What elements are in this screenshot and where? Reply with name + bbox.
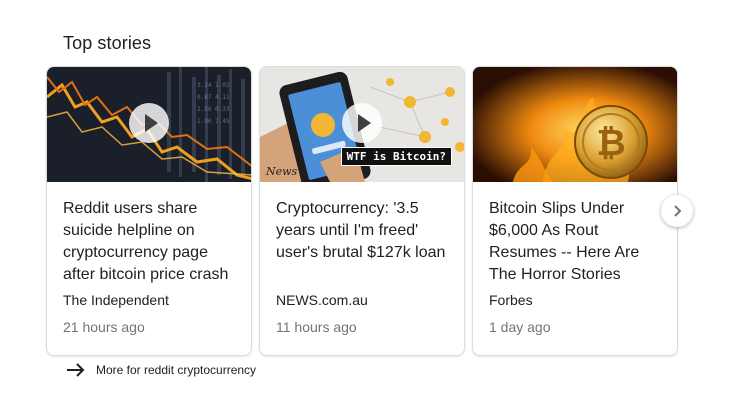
section-title: Top stories	[63, 33, 152, 53]
story-card[interactable]: WTF is Bitcoin? News Cryptocurrency: '3.…	[259, 66, 465, 356]
story-time: 1 day ago	[489, 319, 551, 335]
more-stories-link[interactable]: More for reddit cryptocurrency	[66, 362, 256, 378]
play-icon	[144, 113, 158, 132]
svg-text:1.90 7.45: 1.90 7.45	[197, 118, 230, 125]
story-card[interactable]: ₿ Bitcoin Slips Under $6,000 As Rout Res…	[472, 66, 678, 356]
arrow-right-icon	[67, 363, 85, 377]
play-button[interactable]	[342, 102, 382, 143]
thumbnail-watermark: News	[266, 165, 298, 178]
play-button[interactable]	[129, 102, 169, 143]
story-headline[interactable]: Cryptocurrency: '3.5 years until I'm fre…	[276, 198, 448, 286]
chevron-right-icon	[674, 205, 682, 217]
thumbnail-caption: WTF is Bitcoin?	[340, 147, 452, 166]
story-time: 11 hours ago	[276, 319, 357, 335]
story-thumbnail: WTF is Bitcoin? News	[260, 67, 464, 182]
story-publisher: NEWS.com.au	[276, 292, 368, 308]
more-stories-label: More for reddit cryptocurrency	[96, 363, 257, 377]
story-time: 21 hours ago	[63, 319, 145, 335]
svg-text:3.24 1.02: 3.24 1.02	[197, 82, 230, 89]
story-headline[interactable]: Bitcoin Slips Under $6,000 As Rout Resum…	[489, 198, 661, 286]
story-thumbnail: ₿	[473, 67, 677, 182]
svg-text:0.87 4.11: 0.87 4.11	[197, 94, 230, 101]
story-thumbnail: 3.24 1.02 0.87 4.11 2.56 0.33 1.90 7.45	[47, 67, 251, 182]
svg-text:2.56 0.33: 2.56 0.33	[197, 106, 230, 113]
play-icon	[357, 113, 371, 132]
top-stories-carousel: 3.24 1.02 0.87 4.11 2.56 0.33 1.90 7.45 Re…	[46, 66, 686, 358]
carousel-next-button[interactable]	[661, 195, 693, 227]
story-card[interactable]: 3.24 1.02 0.87 4.11 2.56 0.33 1.90 7.45 Re…	[46, 66, 252, 356]
story-publisher: The Independent	[63, 292, 169, 308]
story-publisher: Forbes	[489, 292, 533, 308]
svg-text:₿: ₿	[596, 123, 625, 164]
story-headline[interactable]: Reddit users share suicide helpline on c…	[63, 198, 235, 286]
